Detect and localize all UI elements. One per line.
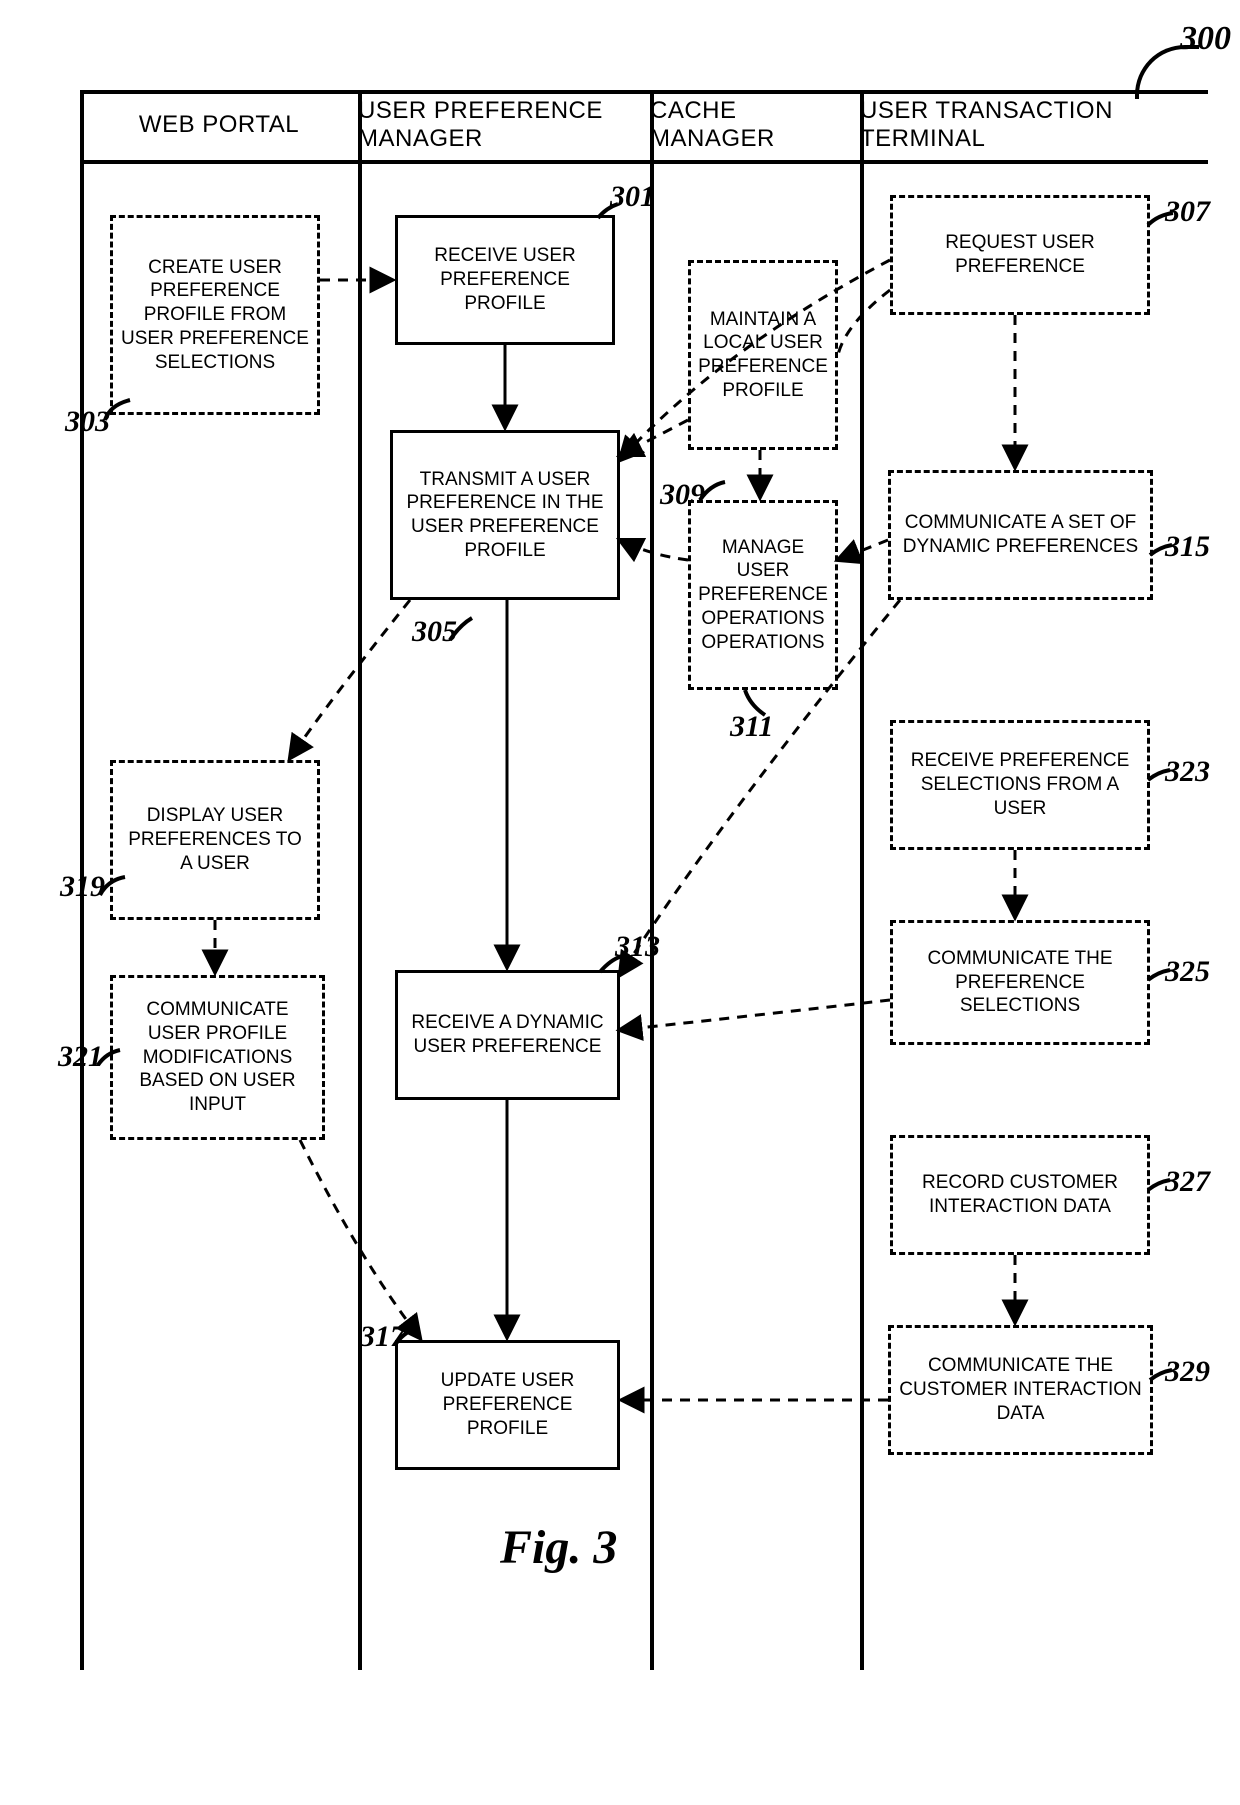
node-327-label: RECORD CUSTOMER INTERACTION DATA xyxy=(901,1171,1139,1219)
node-307-label: REQUEST USER PREFERENCE xyxy=(901,231,1139,279)
lane-line-1 xyxy=(358,90,362,1670)
node-311: MANAGE USER PREFERENCE OPERATIONS OPERAT… xyxy=(688,500,838,690)
figure-number: 300 xyxy=(1180,20,1231,58)
node-301-label: RECEIVE USER PREFERENCE PROFILE xyxy=(406,244,604,315)
node-323: RECEIVE PREFERENCE SELECTIONS FROM A USE… xyxy=(890,720,1150,850)
node-313: RECEIVE A DYNAMIC USER PREFERENCE xyxy=(395,970,620,1100)
ref-327: 327 xyxy=(1165,1165,1210,1199)
node-305: TRANSMIT A USER PREFERENCE IN THE USER P… xyxy=(390,430,620,600)
ref-311: 311 xyxy=(730,710,773,744)
node-303: CREATE USER PREFERENCE PROFILE FROM USER… xyxy=(110,215,320,415)
ref-323: 323 xyxy=(1165,755,1210,789)
node-319: DISPLAY USER PREFERENCES TO A USER xyxy=(110,760,320,920)
node-313-label: RECEIVE A DYNAMIC USER PREFERENCE xyxy=(406,1011,609,1059)
node-307: REQUEST USER PREFERENCE xyxy=(890,195,1150,315)
node-305-label: TRANSMIT A USER PREFERENCE IN THE USER P… xyxy=(401,468,609,563)
ref-313: 313 xyxy=(615,930,660,964)
lane-line-3 xyxy=(860,90,864,1670)
ref-319: 319 xyxy=(60,870,105,904)
ref-303: 303 xyxy=(65,405,110,439)
node-311-label: MANAGE USER PREFERENCE OPERATIONS OPERAT… xyxy=(698,536,828,655)
ref-325: 325 xyxy=(1165,955,1210,989)
node-321: COMMUNICATE USER PROFILE MODIFICATIONS B… xyxy=(110,975,325,1140)
ref-321: 321 xyxy=(58,1040,103,1074)
header-bottom-rule xyxy=(80,160,1208,164)
col-header-web-portal: WEB PORTAL xyxy=(80,95,358,155)
node-329: COMMUNICATE THE CUSTOMER INTERACTION DAT… xyxy=(888,1325,1153,1455)
node-325-label: COMMUNICATE THE PREFERENCE SELECTIONS xyxy=(901,947,1139,1018)
ref-307: 307 xyxy=(1165,195,1210,229)
diagram-canvas: 300 WEB PORTAL USER PREFERENCE MANAGER C… xyxy=(0,0,1240,1805)
node-319-label: DISPLAY USER PREFERENCES TO A USER xyxy=(121,804,309,875)
node-303-label: CREATE USER PREFERENCE PROFILE FROM USER… xyxy=(121,256,309,375)
node-309-label: MAINTAIN A LOCAL USER PREFERENCE PROFILE xyxy=(698,308,828,403)
header-top-rule xyxy=(80,90,1208,94)
node-327: RECORD CUSTOMER INTERACTION DATA xyxy=(890,1135,1150,1255)
node-329-label: COMMUNICATE THE CUSTOMER INTERACTION DAT… xyxy=(899,1354,1142,1425)
node-309: MAINTAIN A LOCAL USER PREFERENCE PROFILE xyxy=(688,260,838,450)
node-321-label: COMMUNICATE USER PROFILE MODIFICATIONS B… xyxy=(121,998,314,1117)
node-323-label: RECEIVE PREFERENCE SELECTIONS FROM A USE… xyxy=(901,749,1139,820)
lane-line-2 xyxy=(650,90,654,1670)
node-317: UPDATE USER PREFERENCE PROFILE xyxy=(395,1340,620,1470)
node-317-label: UPDATE USER PREFERENCE PROFILE xyxy=(406,1369,609,1440)
ref-301: 301 xyxy=(610,180,655,214)
ref-305: 305 xyxy=(412,615,457,649)
ref-317: 317 xyxy=(360,1320,405,1354)
node-301: RECEIVE USER PREFERENCE PROFILE xyxy=(395,215,615,345)
ref-329: 329 xyxy=(1165,1355,1210,1389)
node-325: COMMUNICATE THE PREFERENCE SELECTIONS xyxy=(890,920,1150,1045)
col-header-user-transaction-terminal: USER TRANSACTION TERMINAL xyxy=(860,95,1210,155)
figure-caption: Fig. 3 xyxy=(500,1520,617,1575)
node-315-label: COMMUNICATE A SET OF DYNAMIC PREFERENCES xyxy=(899,511,1142,559)
node-315: COMMUNICATE A SET OF DYNAMIC PREFERENCES xyxy=(888,470,1153,600)
col-header-cache-manager: CACHE MANAGER xyxy=(650,95,860,155)
col-header-user-pref-manager: USER PREFERENCE MANAGER xyxy=(358,95,650,155)
ref-315: 315 xyxy=(1165,530,1210,564)
